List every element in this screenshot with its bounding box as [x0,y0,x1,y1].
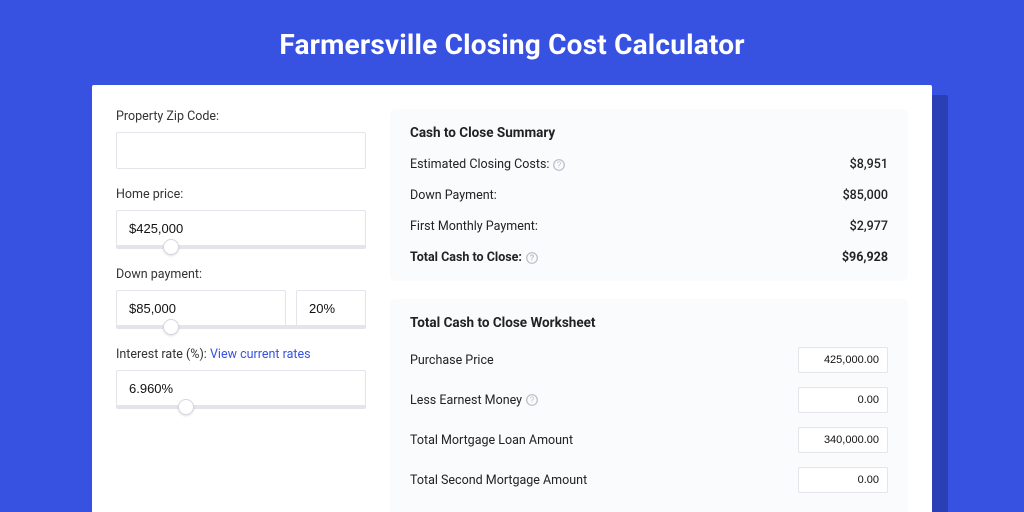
summary-label: First Monthly Payment: [410,219,538,234]
summary-total-label: Total Cash to Close: [410,250,522,265]
page-title: Farmersville Closing Cost Calculator [0,0,1024,85]
down-payment-slider[interactable] [116,325,366,329]
worksheet-label: Less Earnest Money [410,393,522,408]
worksheet-input[interactable] [798,347,888,373]
help-icon[interactable]: ? [553,159,565,171]
results-column: Cash to Close Summary Estimated Closing … [390,109,908,512]
help-icon[interactable]: ? [526,252,538,264]
summary-row-total: Total Cash to Close: ? $96,928 [410,250,888,265]
worksheet-row-purchase-price: Purchase Price [410,347,888,373]
svg-text:?: ? [530,396,535,405]
down-payment-field: Down payment: [116,267,366,329]
zip-label: Property Zip Code: [116,109,366,124]
home-price-slider[interactable] [116,245,366,249]
summary-value: $85,000 [843,188,888,203]
help-icon[interactable]: ? [526,394,538,406]
worksheet-title: Total Cash to Close Worksheet [410,315,888,331]
interest-rate-slider[interactable] [116,405,366,409]
summary-total-value: $96,928 [842,250,888,265]
worksheet-input[interactable] [798,427,888,453]
worksheet-row-second-mortgage: Total Second Mortgage Amount [410,467,888,493]
home-price-field: Home price: [116,187,366,249]
calculator-panel: Property Zip Code: Home price: Down paym… [92,85,932,512]
view-current-rates-link[interactable]: View current rates [210,347,311,362]
worksheet-label: Purchase Price [410,353,494,368]
down-payment-label: Down payment: [116,267,366,282]
svg-text:?: ? [557,160,562,169]
worksheet-row-loan-amount: Total Mortgage Loan Amount [410,427,888,453]
summary-value: $8,951 [850,157,888,172]
svg-text:?: ? [530,253,535,262]
summary-row-first-payment: First Monthly Payment: $2,977 [410,219,888,234]
worksheet-input[interactable] [798,387,888,413]
summary-card: Cash to Close Summary Estimated Closing … [390,109,908,281]
interest-rate-label-text: Interest rate (%): [116,347,207,362]
summary-label: Estimated Closing Costs: [410,157,549,172]
zip-input[interactable] [116,132,366,169]
worksheet-input[interactable] [798,467,888,493]
summary-label: Down Payment: [410,188,497,203]
home-price-input[interactable] [116,210,366,247]
interest-rate-field: Interest rate (%): View current rates [116,347,366,409]
worksheet-row-earnest-money: Less Earnest Money ? [410,387,888,413]
home-price-label: Home price: [116,187,366,202]
interest-rate-label: Interest rate (%): View current rates [116,347,366,362]
zip-field: Property Zip Code: [116,109,366,169]
worksheet-label: Total Second Mortgage Amount [410,473,587,488]
summary-title: Cash to Close Summary [410,125,888,141]
summary-row-closing-costs: Estimated Closing Costs: ? $8,951 [410,157,888,172]
down-payment-input[interactable] [116,290,286,327]
interest-rate-input[interactable] [116,370,366,407]
worksheet-label: Total Mortgage Loan Amount [410,433,573,448]
form-column: Property Zip Code: Home price: Down paym… [116,109,366,512]
down-payment-percent-input[interactable] [296,290,366,327]
summary-row-down-payment: Down Payment: $85,000 [410,188,888,203]
summary-value: $2,977 [850,219,888,234]
worksheet-card: Total Cash to Close Worksheet Purchase P… [390,299,908,512]
